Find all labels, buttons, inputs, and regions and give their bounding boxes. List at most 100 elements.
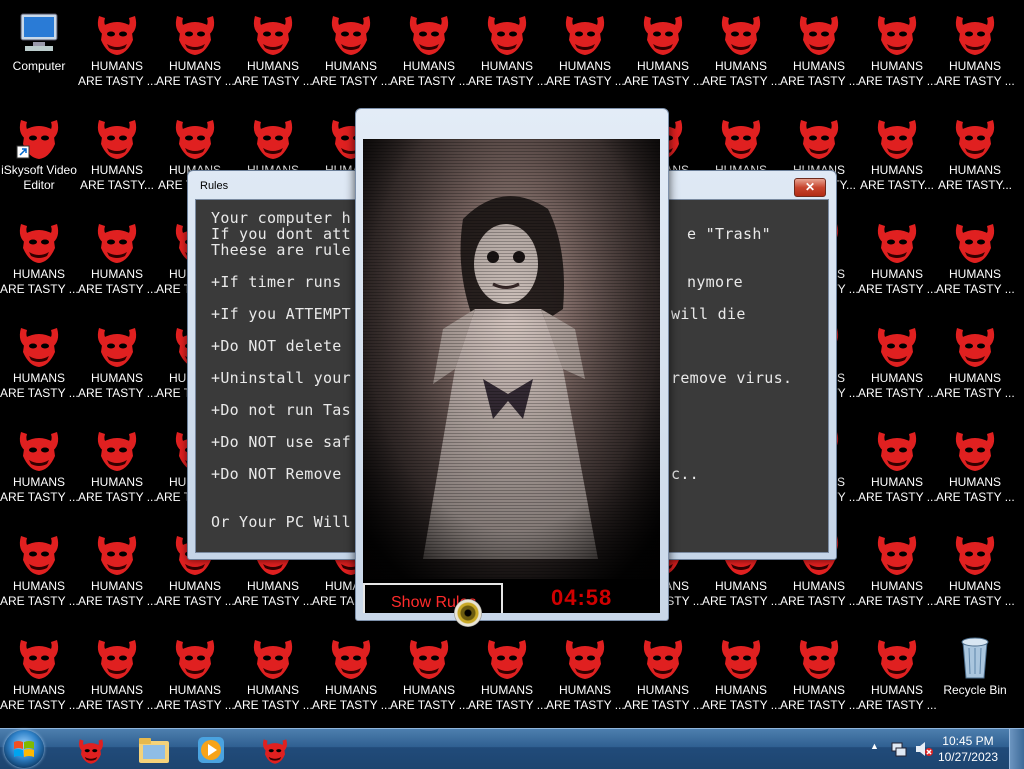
- humans-desktop-icon[interactable]: HUMANSARE TASTY ...: [312, 628, 390, 728]
- humans-desktop-icon[interactable]: HUMANSARE TASTY ...: [858, 212, 936, 312]
- humans-desktop-icon[interactable]: A: [1014, 4, 1024, 104]
- tray-expand-icon[interactable]: ▲: [870, 741, 879, 751]
- demon-icon: [721, 640, 761, 679]
- humans-desktop-icon[interactable]: HUMANSARE TASTY ...: [546, 4, 624, 104]
- desktop-icon-label: HUMANS: [870, 267, 923, 281]
- humans-desktop-icon[interactable]: HUMANSARE TASTY ...: [858, 524, 936, 624]
- humans-desktop-icon[interactable]: A: [1014, 212, 1024, 312]
- humans-desktop-icon[interactable]: HUMANSARE TASTY ...: [0, 316, 78, 416]
- clock[interactable]: 10:45 PM 10/27/2023: [938, 733, 998, 765]
- humans-desktop-icon[interactable]: A: [1014, 420, 1024, 520]
- humans-desktop-icon[interactable]: HUMANSARE TASTY ...: [78, 4, 156, 104]
- computer-desktop-icon[interactable]: Computer: [0, 4, 78, 104]
- humans-desktop-icon[interactable]: HUMANSARE TASTY ...: [858, 4, 936, 104]
- desktop-icon-label: A: [1014, 579, 1024, 594]
- humans-desktop-icon[interactable]: HUMANSARE TASTY ...: [702, 4, 780, 104]
- clock-time: 10:45 PM: [942, 734, 994, 748]
- humans-desktop-icon[interactable]: A: [1014, 108, 1024, 208]
- humans-desktop-icon[interactable]: HUMANSARE TASTY...: [936, 108, 1014, 208]
- humans-desktop-icon[interactable]: HUMANSARE TASTY ...: [78, 212, 156, 312]
- humans-desktop-icon[interactable]: HUMANSARE TASTY ...: [78, 524, 156, 624]
- humans-desktop-icon[interactable]: HUMANSARE TASTY ...: [390, 628, 468, 728]
- show-desktop-button[interactable]: [1009, 729, 1024, 769]
- media-player-icon: [198, 737, 224, 763]
- ransom-window[interactable]: Show Rules 04:58: [355, 108, 669, 621]
- taskbar-media-player-app[interactable]: [182, 731, 238, 767]
- humans-desktop-icon[interactable]: HUMANSARE TASTY ...: [468, 4, 546, 104]
- humans-desktop-icon[interactable]: HUMANSARE TASTY...: [78, 108, 156, 208]
- humans-desktop-icon[interactable]: HUMANSARE TASTY ...: [936, 212, 1014, 312]
- humans-desktop-icon[interactable]: HUMANSARE TASTY ...: [0, 628, 78, 728]
- desktop-icon-label: HUMANS: [948, 267, 1001, 281]
- desktop-icon-label: HUMANS: [12, 371, 65, 385]
- desktop-icon-label: HUMANS: [636, 59, 689, 73]
- humans-desktop-icon[interactable]: HUMANSARE TASTY ...: [624, 628, 702, 728]
- humans-desktop-icon[interactable]: HUMANSARE TASTY ...: [936, 524, 1014, 624]
- desktop-icon-label: ARE TASTY ...: [0, 282, 78, 296]
- demon-icon: [79, 739, 103, 764]
- humans-desktop-icon[interactable]: HUMANSARE TASTY ...: [624, 4, 702, 104]
- desktop-icon-label: ARE TASTY ...: [624, 74, 702, 88]
- humans-desktop-icon[interactable]: HUMANSARE TASTY ...: [858, 628, 936, 728]
- humans-desktop-icon[interactable]: HUMANSARE TASTY ...: [702, 628, 780, 728]
- desktop-icon-label: HUMANS: [792, 59, 845, 73]
- humans-desktop-icon[interactable]: HUMANSARE TASTY ...: [858, 316, 936, 416]
- demon-icon: [643, 640, 683, 679]
- humans-desktop-icon[interactable]: HUMANSARE TASTY ...: [78, 420, 156, 520]
- humans-desktop-icon[interactable]: HUMANSARE TASTY...: [858, 108, 936, 208]
- desktop-icon-label: ARE TASTY ...: [780, 74, 858, 88]
- desktop-icon-label: HUMANS: [168, 59, 221, 73]
- humans-desktop-icon[interactable]: HUMANSARE TASTY ...: [936, 4, 1014, 104]
- humans-desktop-icon[interactable]: HUMANSARE TASTY ...: [780, 4, 858, 104]
- start-button[interactable]: [4, 730, 44, 768]
- taskbar-demon-app[interactable]: [62, 731, 118, 767]
- eyeball-icon: [454, 599, 482, 627]
- humans-desktop-icon[interactable]: A: [1014, 524, 1024, 624]
- desktop-icon-label: HUMANS: [90, 475, 143, 489]
- humans-desktop-icon[interactable]: HUMANSARE TASTY ...: [78, 628, 156, 728]
- desktop-icon-label: HUMANS: [480, 683, 533, 697]
- humans-desktop-icon[interactable]: HUMANSARE TASTY ...: [0, 420, 78, 520]
- humans-desktop-icon[interactable]: HUMANSARE TASTY ...: [390, 4, 468, 104]
- humans-desktop-icon[interactable]: HUMANSARE TASTY ...: [156, 628, 234, 728]
- desktop-icon-label: ARE TASTY ...: [702, 594, 780, 608]
- taskbar-explorer-app[interactable]: [124, 731, 180, 767]
- humans-desktop-icon[interactable]: HUMANSARE TASTY ...: [858, 420, 936, 520]
- desktop-icon-label: ARE TASTY ...: [546, 74, 624, 88]
- humans-desktop-icon[interactable]: HUMANSARE TASTY ...: [936, 316, 1014, 416]
- humans-desktop-icon[interactable]: A: [1014, 316, 1024, 416]
- desktop-icon-label: ARE TASTY ...: [936, 282, 1014, 296]
- humans-desktop-icon[interactable]: HUMANSARE TASTY ...: [0, 524, 78, 624]
- desktop-icon-label: HUMANS: [948, 579, 1001, 593]
- desktop-icon-label: ARE TASTY ...: [156, 74, 234, 88]
- demon-icon: [643, 16, 683, 55]
- close-button[interactable]: ✕: [794, 178, 826, 197]
- humans-desktop-icon[interactable]: HUMANSARE TASTY ...: [234, 628, 312, 728]
- iskysoft-desktop-icon[interactable]: iSkysoft Video Editor: [0, 108, 78, 208]
- humans-desktop-icon[interactable]: A: [1014, 628, 1024, 728]
- volume-muted-icon[interactable]: [914, 740, 934, 758]
- demon-icon: [877, 432, 917, 471]
- taskbar-demon-app-2[interactable]: [246, 731, 302, 767]
- humans-desktop-icon[interactable]: HUMANSARE TASTY ...: [0, 212, 78, 312]
- show-rules-button[interactable]: Show Rules: [363, 583, 503, 613]
- network-icon[interactable]: [890, 740, 908, 758]
- demon-icon: [409, 640, 449, 679]
- humans-desktop-icon[interactable]: HUMANSARE TASTY ...: [780, 628, 858, 728]
- humans-desktop-icon[interactable]: HUMANSARE TASTY ...: [234, 4, 312, 104]
- humans-desktop-icon[interactable]: HUMANSARE TASTY ...: [156, 4, 234, 104]
- desktop-icon-label: HUMANS: [792, 683, 845, 697]
- desktop-icon-label: A: [1014, 163, 1024, 178]
- humans-desktop-icon[interactable]: HUMANSARE TASTY ...: [78, 316, 156, 416]
- desktop-icon-label: ARE TASTY ...: [780, 698, 858, 712]
- desktop-icon-label: ARE TASTY ...: [0, 698, 78, 712]
- recycle-bin-desktop-icon[interactable]: Recycle Bin: [936, 628, 1014, 728]
- desktop-icon-label: ARE TASTY ...: [78, 594, 156, 608]
- humans-desktop-icon[interactable]: HUMANSARE TASTY ...: [936, 420, 1014, 520]
- humans-desktop-icon[interactable]: HUMANSARE TASTY ...: [546, 628, 624, 728]
- recycle-bin-icon: [961, 637, 989, 679]
- desktop-icon-label: HUMANS: [948, 59, 1001, 73]
- desktop-icon-label: A: [1014, 59, 1024, 74]
- humans-desktop-icon[interactable]: HUMANSARE TASTY ...: [312, 4, 390, 104]
- humans-desktop-icon[interactable]: HUMANSARE TASTY ...: [468, 628, 546, 728]
